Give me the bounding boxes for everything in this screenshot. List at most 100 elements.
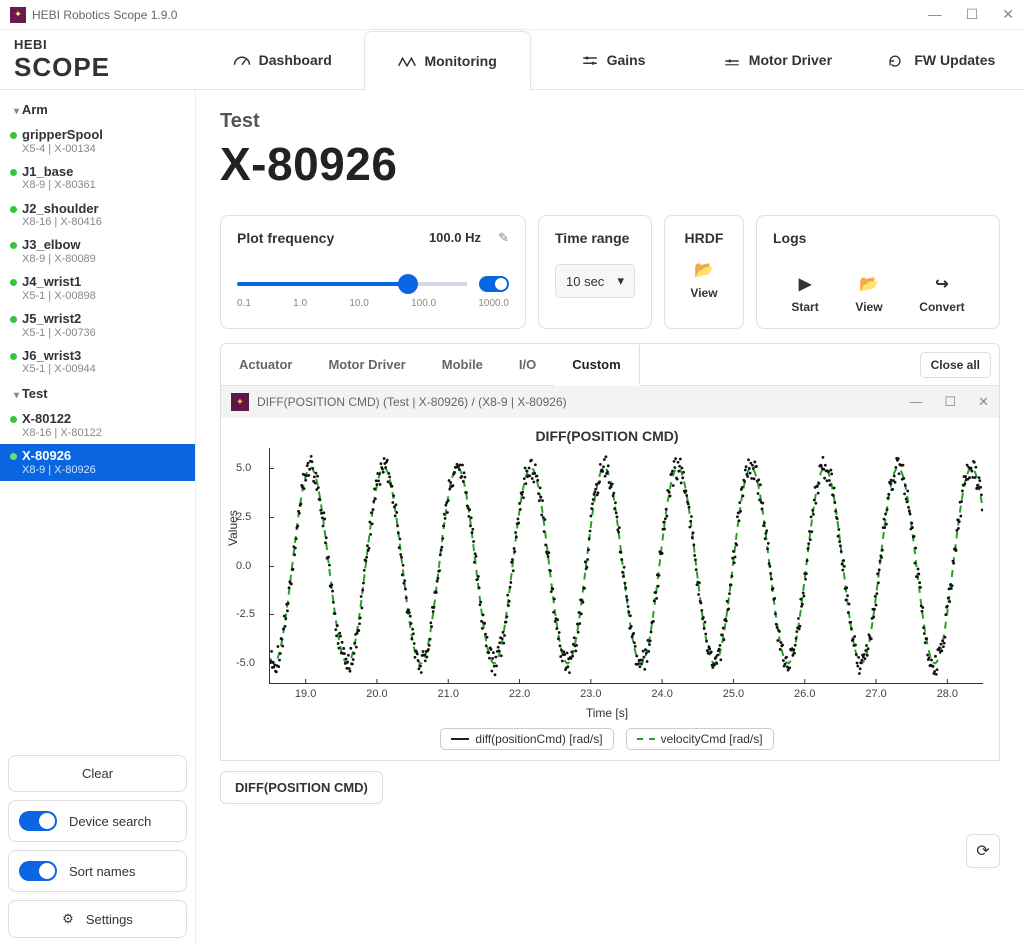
itab-custom[interactable]: Custom	[554, 345, 639, 386]
refresh-button[interactable]: ⟳	[966, 834, 1000, 868]
frequency-slider[interactable]	[237, 282, 467, 286]
chart-xlabel: Time [s]	[231, 706, 983, 720]
group-header-arm[interactable]: Arm	[0, 96, 195, 123]
breadcrumb: Test	[220, 110, 1000, 133]
legend-swatch-solid-icon	[451, 738, 469, 740]
sidebar: Arm gripperSpoolX5-4 | X-00134 J1_baseX8…	[0, 90, 196, 946]
tab-dashboard[interactable]: Dashboard	[200, 30, 364, 89]
window-title: HEBI Robotics Scope 1.9.0	[32, 8, 177, 22]
legend-item-vel[interactable]: velocityCmd [rad/s]	[626, 728, 774, 750]
status-dot-icon	[10, 242, 17, 249]
hrdf-view-button[interactable]: 📂 View	[681, 260, 727, 300]
device-item[interactable]: gripperSpoolX5-4 | X-00134	[0, 123, 195, 160]
device-item[interactable]: J3_elbowX8-9 | X-80089	[0, 233, 195, 270]
sliders-icon	[581, 54, 599, 66]
gauge-icon	[233, 54, 251, 66]
device-item[interactable]: J2_shoulderX8-16 | X-80416	[0, 197, 195, 234]
brand-block: HEBI SCOPE	[0, 30, 200, 89]
plot-titlebar: ✦ DIFF(POSITION CMD) (Test | X-80926) / …	[221, 386, 999, 418]
brand-line2: SCOPE	[14, 52, 186, 83]
brand-line1: HEBI	[14, 37, 186, 52]
share-icon: ↪	[935, 274, 948, 294]
toggle-on-icon[interactable]	[19, 811, 57, 831]
window-maximize-icon[interactable]: ☐	[966, 6, 979, 23]
window-close-icon[interactable]: ✕	[1002, 6, 1014, 23]
status-dot-icon	[10, 206, 17, 213]
legend-swatch-dash-icon	[637, 738, 655, 740]
window-minimize-icon[interactable]: —	[928, 6, 942, 23]
chart-title: DIFF(POSITION CMD)	[231, 428, 983, 444]
main-panel: Test X-80926 Plot frequency 100.0 Hz ✎ 0…	[196, 90, 1024, 946]
device-search-toggle[interactable]: Device search	[8, 800, 187, 842]
itab-motor-driver[interactable]: Motor Driver	[310, 345, 423, 384]
play-icon: ▶	[799, 274, 811, 294]
hrdf-card: HRDF 📂 View	[664, 215, 744, 329]
plot-maximize-icon[interactable]: ☐	[944, 394, 956, 410]
chevron-down-icon: ▾	[617, 273, 624, 289]
tab-motor-driver[interactable]: Motor Driver	[695, 30, 859, 89]
legend-item-diff[interactable]: diff(positionCmd) [rad/s]	[440, 728, 613, 750]
device-item[interactable]: J4_wrist1X5-1 | X-00898	[0, 270, 195, 307]
device-item-selected[interactable]: X-80926X8-9 | X-80926	[0, 444, 195, 481]
app-icon: ✦	[10, 7, 26, 23]
plot-close-icon[interactable]: ✕	[978, 394, 989, 410]
logs-view-button[interactable]: 📂View	[855, 274, 882, 314]
itab-io[interactable]: I/O	[501, 345, 554, 384]
status-dot-icon	[10, 169, 17, 176]
device-item[interactable]: J5_wrist2X5-1 | X-00736	[0, 307, 195, 344]
nav-tabs: Dashboard Monitoring Gains Motor Driver …	[200, 30, 1024, 89]
slider-knob-icon[interactable]	[398, 274, 418, 294]
gear-icon: ⚙	[62, 911, 74, 927]
status-dot-icon	[10, 132, 17, 139]
slider-ticks: 0.1 1.0 10.0 100.0 1000.0	[237, 298, 509, 309]
close-all-button[interactable]: Close all	[920, 352, 991, 378]
folder-open-icon: 📂	[859, 274, 879, 294]
plot-frequency-value: 100.0 Hz	[429, 230, 481, 245]
logs-start-button[interactable]: ▶Start	[791, 274, 818, 314]
status-dot-icon	[10, 316, 17, 323]
itab-actuator[interactable]: Actuator	[221, 345, 310, 384]
card-title: Time range	[555, 230, 635, 246]
status-dot-icon	[10, 279, 17, 286]
wave-icon	[398, 55, 416, 67]
settings-button[interactable]: ⚙ Settings	[8, 900, 187, 938]
itab-mobile[interactable]: Mobile	[424, 345, 501, 384]
status-dot-icon	[10, 416, 17, 423]
refresh-icon: ⟳	[976, 841, 989, 861]
edit-icon[interactable]: ✎	[498, 230, 509, 246]
clear-button[interactable]: Clear	[8, 755, 187, 792]
chart-area[interactable]: Values -5.0-2.50.02.55.019.020.021.022.0…	[269, 448, 983, 684]
time-range-select[interactable]: 10 sec ▾	[555, 264, 635, 298]
plot-window-title: DIFF(POSITION CMD) (Test | X-80926) / (X…	[257, 395, 567, 409]
window-titlebar: ✦ HEBI Robotics Scope 1.9.0 — ☐ ✕	[0, 0, 1024, 30]
device-tree: Arm gripperSpoolX5-4 | X-00134 J1_baseX8…	[0, 90, 195, 747]
sort-names-toggle[interactable]: Sort names	[8, 850, 187, 892]
group-header-test[interactable]: Test	[0, 380, 195, 407]
chart-svg	[270, 448, 983, 683]
plot-frequency-card: Plot frequency 100.0 Hz ✎ 0.1 1.0 10.0 1…	[220, 215, 526, 329]
folder-open-icon: 📂	[694, 260, 714, 280]
page-title: X-80926	[220, 137, 1000, 191]
logs-convert-button[interactable]: ↪Convert	[919, 274, 964, 314]
card-title: Logs	[773, 230, 983, 246]
refresh-icon	[888, 54, 906, 66]
logs-card: Logs ▶Start 📂View ↪Convert	[756, 215, 1000, 329]
tab-monitoring[interactable]: Monitoring	[364, 31, 530, 90]
sliders2-icon	[723, 54, 741, 66]
toggle-on-icon[interactable]	[19, 861, 57, 881]
device-item[interactable]: J1_baseX8-9 | X-80361	[0, 160, 195, 197]
frequency-toggle[interactable]	[479, 276, 509, 292]
plot-minimize-icon[interactable]: —	[909, 394, 922, 410]
device-item[interactable]: X-80122X8-16 | X-80122	[0, 407, 195, 444]
device-item[interactable]: J6_wrist3X5-1 | X-00944	[0, 344, 195, 381]
chart-legend: diff(positionCmd) [rad/s] velocityCmd [r…	[231, 728, 983, 750]
plot-category-tabs: Actuator Motor Driver Mobile I/O Custom …	[220, 343, 1000, 386]
card-title: HRDF	[681, 230, 727, 246]
status-dot-icon	[10, 453, 17, 460]
tab-fw-updates[interactable]: FW Updates	[860, 30, 1024, 89]
plot-chip[interactable]: DIFF(POSITION CMD)	[220, 771, 383, 804]
app-header: HEBI SCOPE Dashboard Monitoring Gains M	[0, 30, 1024, 90]
status-dot-icon	[10, 353, 17, 360]
plot-window: ✦ DIFF(POSITION CMD) (Test | X-80926) / …	[220, 386, 1000, 761]
tab-gains[interactable]: Gains	[531, 30, 695, 89]
